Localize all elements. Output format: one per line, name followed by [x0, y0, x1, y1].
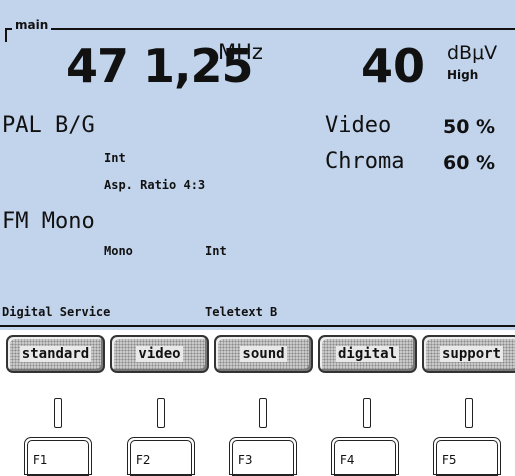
level-unit: dBμV: [447, 42, 498, 64]
chroma-label: Chroma: [325, 149, 405, 174]
key-stem: [363, 398, 371, 428]
softkey-label: support: [439, 346, 503, 362]
key-stem: [465, 398, 473, 428]
status-divider: [0, 325, 515, 327]
frequency-unit: MHz: [218, 40, 263, 64]
frame-border: [5, 28, 515, 30]
softkey-digital[interactable]: digital: [318, 335, 417, 373]
softkey-standard[interactable]: standard: [6, 335, 105, 373]
key-stem: [54, 398, 62, 428]
lcd-display: main 47 1,25 MHz 40 dBμV High PAL B/G In…: [0, 0, 515, 330]
aspect-ratio: Asp. Ratio 4:3: [104, 178, 206, 192]
key-stem: [259, 398, 267, 428]
f2-key-label: F2: [136, 453, 151, 467]
softkey-bar: standard video sound digital support: [0, 335, 515, 377]
sound-mode: FM Mono: [2, 209, 95, 234]
softkey-video[interactable]: video: [110, 335, 209, 373]
sound-source: Int: [205, 244, 227, 258]
softkey-label: sound: [240, 346, 287, 362]
f2-key[interactable]: F2: [127, 437, 195, 476]
frame-border-left: [5, 28, 7, 42]
softkey-label: standard: [19, 346, 92, 362]
f5-key-label: F5: [442, 453, 457, 467]
f1-key-label: F1: [33, 453, 48, 467]
sound-channel: Mono: [104, 244, 133, 258]
f4-key[interactable]: F4: [331, 437, 399, 476]
frame-label: main: [12, 18, 52, 32]
f3-key[interactable]: F3: [229, 437, 297, 476]
teletext-status: Teletext B: [205, 305, 278, 319]
f3-key-label: F3: [238, 453, 253, 467]
softkey-support[interactable]: support: [422, 335, 515, 373]
softkey-label: video: [136, 346, 183, 362]
f4-key-label: F4: [340, 453, 355, 467]
video-standard: PAL B/G: [2, 113, 95, 138]
level-value: 40: [360, 39, 425, 93]
video-percent: 50 %: [443, 116, 496, 138]
chroma-percent: 60 %: [443, 152, 496, 174]
level-mode: High: [447, 68, 479, 82]
digital-service: Digital Service: [2, 305, 111, 319]
key-stem: [157, 398, 165, 428]
softkey-sound[interactable]: sound: [214, 335, 313, 373]
f1-key[interactable]: F1: [24, 437, 92, 476]
video-source: Int: [104, 151, 126, 165]
f5-key[interactable]: F5: [433, 437, 501, 476]
video-label: Video: [325, 113, 392, 138]
softkey-label: digital: [335, 346, 399, 362]
